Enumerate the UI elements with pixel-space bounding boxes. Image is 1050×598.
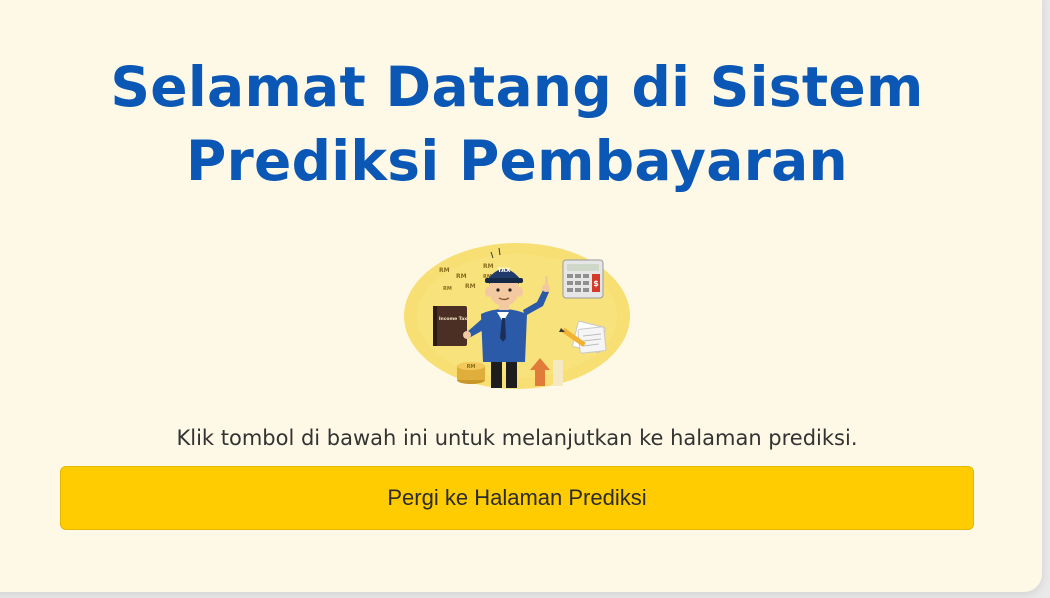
currency-mark: RM	[443, 286, 452, 292]
calculator-icon: $	[562, 259, 604, 299]
title-line-2: Prediksi Pembayaran	[185, 129, 849, 193]
page-title: Selamat Datang di Sistem Prediksi Pembay…	[0, 50, 1034, 198]
coin-stack: RM	[457, 362, 485, 384]
income-tax-book: Income Tax	[433, 306, 467, 346]
tax-officer-illustration: RM RM RM RM RM RM Income Tax RM $ TAX	[404, 243, 630, 389]
currency-mark: RM	[465, 283, 476, 290]
title-line-1: Selamat Datang di Sistem	[110, 55, 924, 119]
svg-text:$: $	[593, 279, 599, 288]
svg-text:Income Tax: Income Tax	[439, 316, 467, 322]
currency-mark: RM	[456, 273, 467, 280]
currency-mark: RM	[439, 267, 450, 274]
svg-text:TAX: TAX	[498, 267, 511, 274]
instruction-text: Klik tombol di bawah ini untuk melanjutk…	[176, 426, 858, 450]
currency-mark: RM	[483, 263, 494, 270]
go-to-prediction-button[interactable]: Pergi ke Halaman Prediksi	[60, 466, 974, 530]
svg-text:RM: RM	[467, 364, 476, 370]
